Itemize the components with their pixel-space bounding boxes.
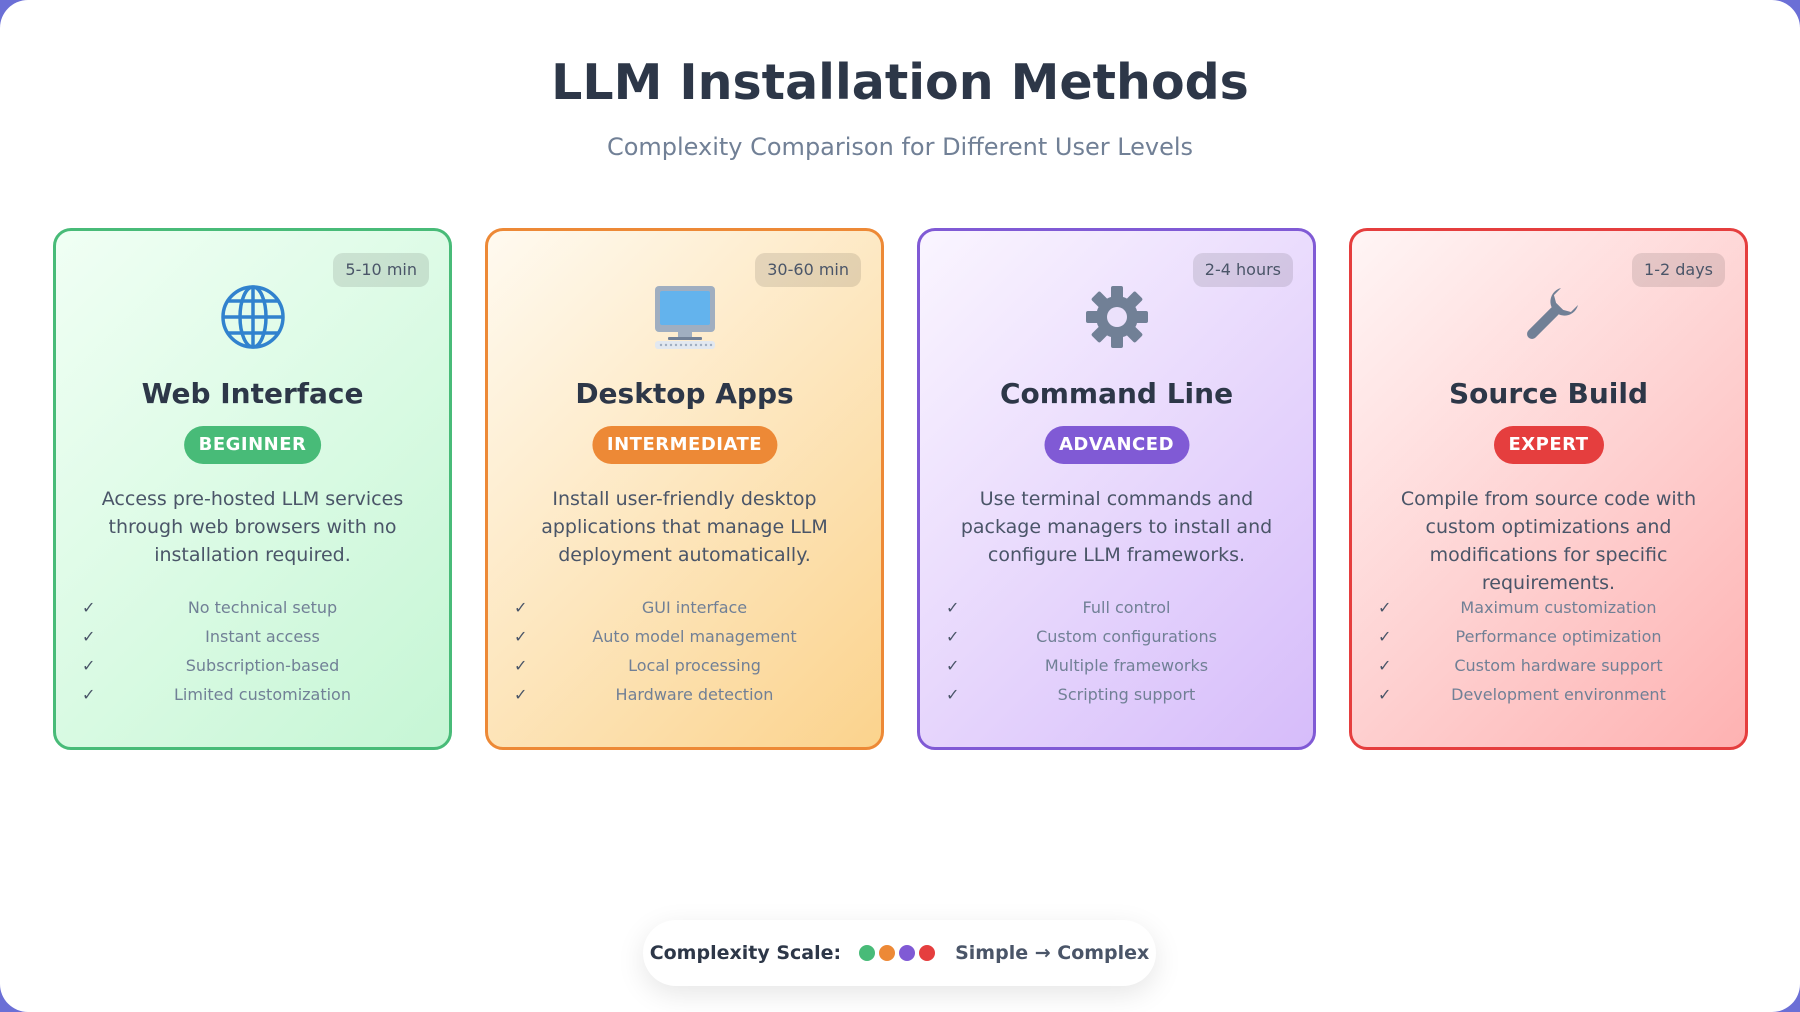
feature-item: ✓ Local processing	[514, 651, 855, 680]
card-command-line[interactable]: 2-4 hours Command Line ADVANCED Use term…	[917, 228, 1316, 750]
feature-text: Instant access	[205, 627, 320, 646]
card-web-interface[interactable]: 5-10 min Web Interface BEGINNER Access p…	[53, 228, 452, 750]
check-icon: ✓	[82, 685, 96, 704]
feature-text: Custom hardware support	[1454, 656, 1663, 675]
feature-item: ✓ Custom configurations	[946, 622, 1287, 651]
feature-text: Development environment	[1451, 685, 1666, 704]
feature-list: ✓ GUI interface ✓ Auto model management ✓ L…	[514, 593, 855, 709]
feature-text: Scripting support	[1057, 685, 1196, 704]
check-icon: ✓	[946, 685, 960, 704]
feature-item: ✓ Subscription-based	[82, 651, 423, 680]
card-source-build[interactable]: 1-2 days Source Build EXPERT Compile fro…	[1349, 228, 1748, 750]
feature-item: ✓ Scripting support	[946, 680, 1287, 709]
legend-range: Simple → Complex	[955, 942, 1150, 964]
feature-text: GUI interface	[641, 598, 748, 617]
feature-item: ✓ Hardware detection	[514, 680, 855, 709]
level-badge: BEGINNER	[183, 426, 322, 464]
check-icon: ✓	[1378, 598, 1392, 617]
card-title: Web Interface	[141, 377, 364, 410]
check-icon: ✓	[1378, 656, 1392, 675]
feature-item: ✓ Custom hardware support	[1378, 651, 1719, 680]
check-icon: ✓	[514, 627, 528, 646]
level-badge: INTERMEDIATE	[591, 426, 778, 464]
card-description: Compile from source code with custom opt…	[1400, 488, 1697, 594]
feature-item: ✓ Performance optimization	[1378, 622, 1719, 651]
level-badge: ADVANCED	[1043, 426, 1190, 464]
level-badge: EXPERT	[1493, 426, 1604, 464]
check-icon: ✓	[514, 598, 528, 617]
gear-icon	[920, 282, 1313, 352]
check-icon: ✓	[946, 627, 960, 646]
card-desktop-apps[interactable]: 30-60 min Desktop Apps INTERMEDIATE Inst…	[485, 228, 884, 750]
check-icon: ✓	[514, 685, 528, 704]
feature-text: Multiple frameworks	[1044, 656, 1209, 675]
card-description: Access pre-hosted LLM services through w…	[101, 488, 404, 566]
feature-item: ✓ Development environment	[1378, 680, 1719, 709]
card-description: Use terminal commands and package manage…	[960, 488, 1273, 566]
page-title: LLM Installation Methods	[551, 54, 1249, 111]
feature-text: Limited customization	[174, 685, 351, 704]
feature-item: ✓ Auto model management	[514, 622, 855, 651]
feature-list: ✓ Full control ✓ Custom configurations ✓ Mu…	[946, 593, 1287, 709]
feature-item: ✓ Multiple frameworks	[946, 651, 1287, 680]
feature-list: ✓ Maximum customization ✓ Performance opti…	[1378, 593, 1719, 709]
check-icon: ✓	[514, 656, 528, 675]
complexity-scale-legend: Complexity Scale: Simple → Complex	[643, 920, 1156, 986]
feature-text: Custom configurations	[1036, 627, 1217, 646]
feature-item: ✓ Maximum customization	[1378, 593, 1719, 622]
check-icon: ✓	[82, 598, 96, 617]
legend-dot-advanced	[899, 945, 916, 961]
check-icon: ✓	[1378, 627, 1392, 646]
feature-text: Hardware detection	[615, 685, 774, 704]
check-icon: ✓	[946, 656, 960, 675]
globe-icon	[56, 282, 449, 352]
check-icon: ✓	[1378, 685, 1392, 704]
feature-text: Local processing	[628, 656, 761, 675]
page-subtitle: Complexity Comparison for Different User…	[606, 133, 1194, 161]
check-icon: ✓	[82, 656, 96, 675]
feature-text: Performance optimization	[1455, 627, 1662, 646]
wrench-icon	[1352, 282, 1745, 352]
legend-dot-intermediate	[879, 945, 896, 961]
card-description: Install user-friendly desktop applicatio…	[541, 488, 828, 566]
legend-label: Complexity Scale:	[649, 942, 842, 964]
check-icon: ✓	[82, 627, 96, 646]
feature-item: ✓ Limited customization	[82, 680, 423, 709]
feature-item: ✓ Instant access	[82, 622, 423, 651]
feature-text: Subscription-based	[185, 656, 340, 675]
feature-list: ✓ No technical setup ✓ Instant access ✓ Sub…	[82, 593, 423, 709]
feature-text: No technical setup	[187, 598, 338, 617]
feature-text: Maximum customization	[1460, 598, 1657, 617]
page-frame: LLM Installation Methods Complexity Comp…	[0, 0, 1800, 1012]
card-title: Source Build	[1449, 377, 1648, 410]
check-icon: ✓	[946, 598, 960, 617]
feature-text: Auto model management	[592, 627, 797, 646]
card-title: Command Line	[999, 377, 1234, 410]
legend-dot-beginner	[859, 945, 876, 961]
desktop-computer-icon	[488, 282, 881, 352]
feature-text: Full control	[1082, 598, 1171, 617]
card-title: Desktop Apps	[575, 377, 794, 410]
legend-dot-expert	[919, 945, 936, 961]
feature-item: ✓ No technical setup	[82, 593, 423, 622]
feature-item: ✓ GUI interface	[514, 593, 855, 622]
feature-item: ✓ Full control	[946, 593, 1287, 622]
